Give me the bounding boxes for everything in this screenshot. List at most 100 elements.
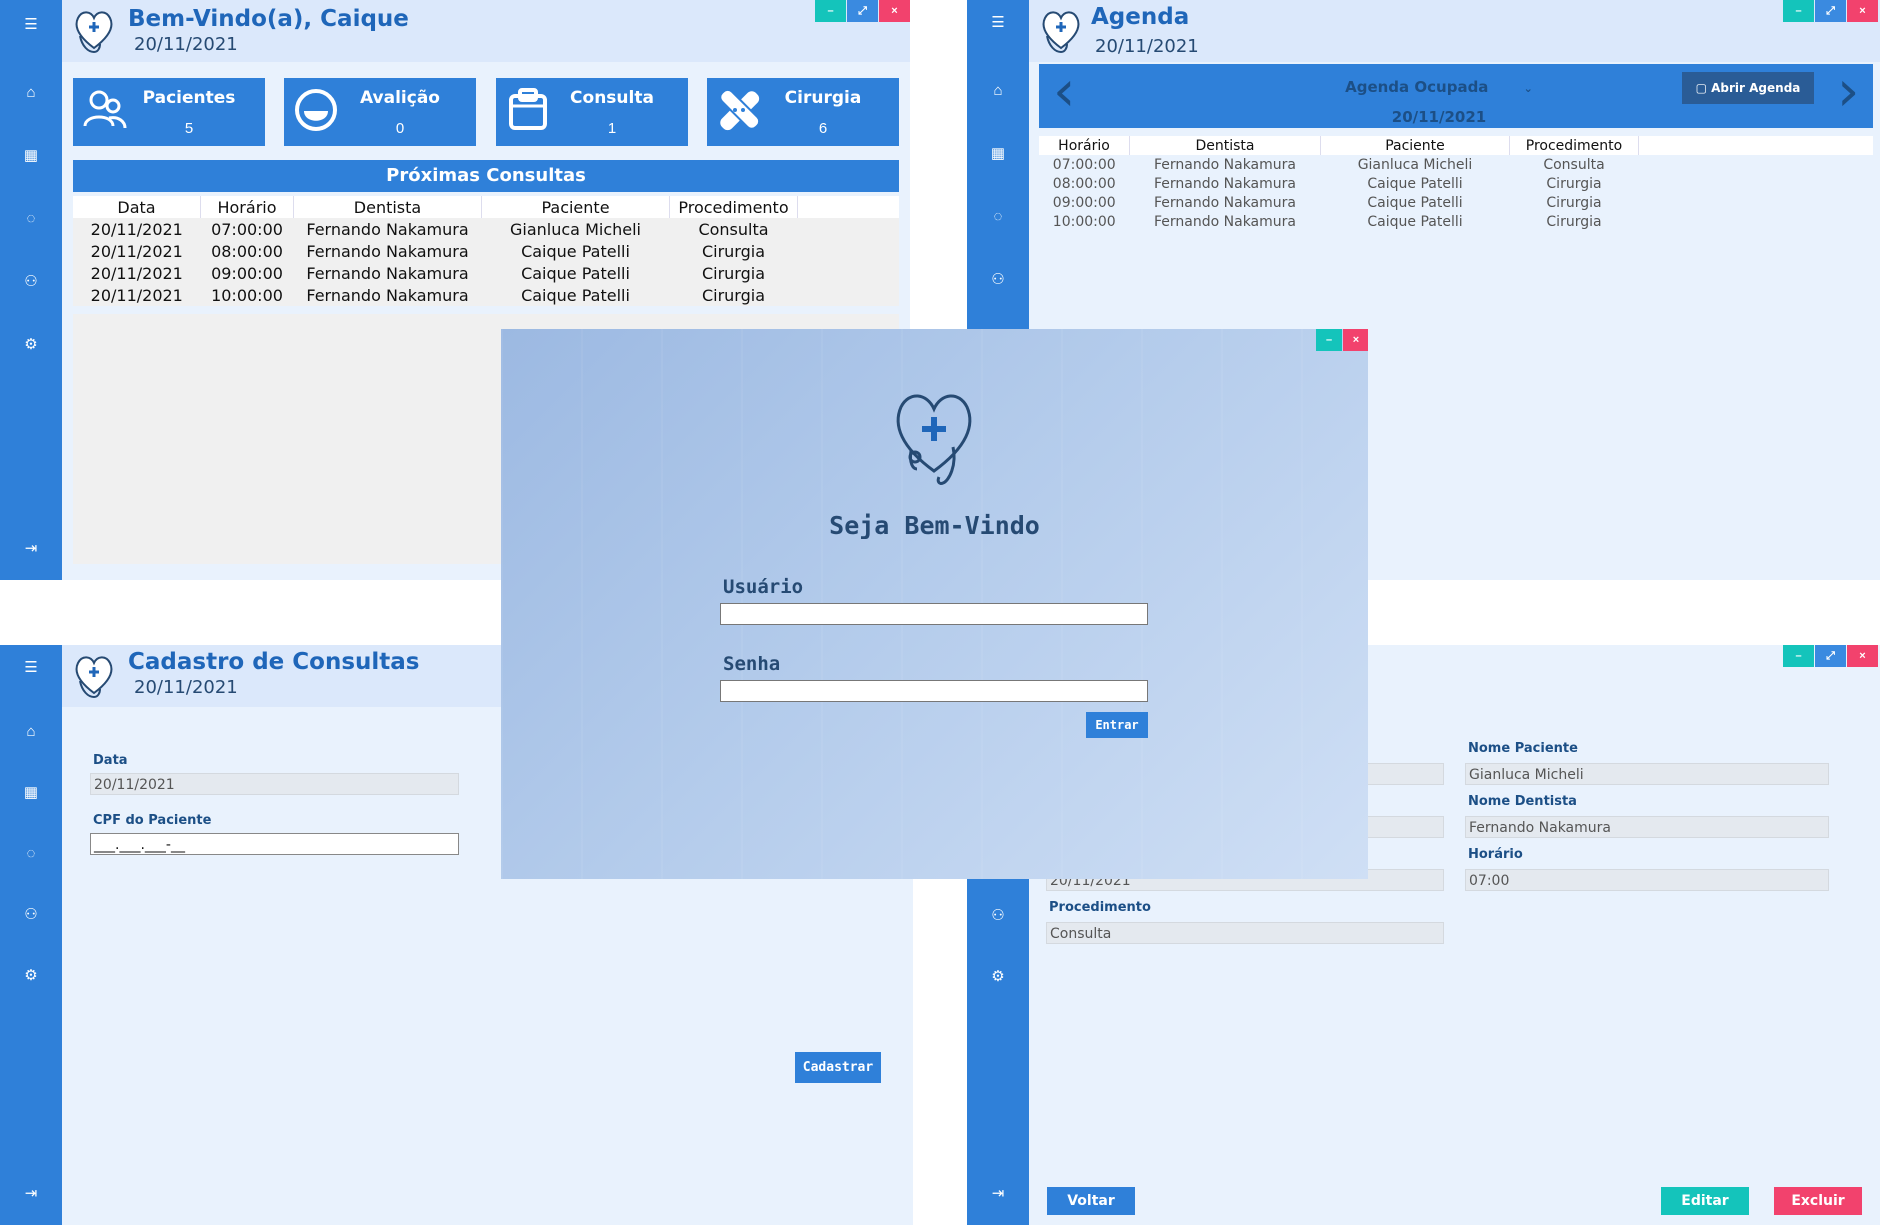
chat-icon[interactable]: ◌ [967,208,1029,226]
cell: Cirurgia [701,285,766,305]
left-field-2[interactable] [1367,816,1444,838]
calendar-icon[interactable]: ▦ [0,147,62,165]
home-icon[interactable]: ⌂ [0,723,62,741]
user-input[interactable] [720,603,1148,625]
cell: Fernando Nakamura [306,241,469,261]
sidebar: ☰ ⌂ ▦ ◌ ⚇ ⚙ ⇥ [0,645,62,1225]
cell: Caique Patelli [1367,175,1463,192]
next-arrow-icon[interactable]: › [1837,64,1859,120]
users-icon[interactable]: ⚇ [0,273,62,291]
cell: 10:00:00 [211,285,283,305]
back-button[interactable]: Voltar [1047,1187,1135,1215]
cell: 09:00:00 [1052,194,1116,211]
agenda-nav-date: 20/11/2021 [1391,108,1487,126]
logout-icon[interactable]: ⇥ [0,540,62,558]
heart-stethoscope-logo-icon [75,656,113,699]
window-controls: – ⤢ × [814,0,910,24]
settings-icon[interactable]: ⚙ [0,967,62,985]
password-input[interactable] [720,680,1148,702]
calendar-icon[interactable]: ▦ [967,145,1029,163]
table-row[interactable]: 20/11/2021 09:00:00 Fernando Nakamura Ca… [73,262,899,284]
menu-icon[interactable]: ☰ [0,659,62,677]
cell: 08:00:00 [211,241,283,261]
users-icon[interactable]: ⚇ [967,907,1029,925]
cell: 08:00:00 [1052,175,1116,192]
left-field-1[interactable] [1367,763,1444,785]
time-field[interactable]: 07:00 [1465,869,1829,891]
evaluation-card[interactable]: Avalição 0 [284,78,476,146]
menu-icon[interactable]: ☰ [0,16,62,34]
maximize-button[interactable]: ⤢ [847,0,878,22]
card-value: 1 [607,120,617,137]
surgery-card[interactable]: Cirurgia 6 [707,78,899,146]
chat-icon[interactable]: ◌ [0,845,62,863]
cell: Fernando Nakamura [1154,156,1296,173]
cell: Fernando Nakamura [1154,175,1296,192]
cell: Gianluca Micheli [510,219,641,239]
user-label: Usuário [723,576,804,598]
close-button[interactable]: × [1847,645,1878,667]
page-title: Bem-Vindo(a), Caique [128,6,409,32]
users-icon[interactable]: ⚇ [967,271,1029,289]
chat-icon[interactable]: ◌ [0,210,62,228]
prev-arrow-icon[interactable]: ‹ [1053,64,1075,120]
card-value: 5 [184,120,194,137]
patients-card[interactable]: Pacientes 5 [73,78,265,146]
cell: Fernando Nakamura [1154,194,1296,211]
password-label: Senha [723,653,781,675]
settings-icon[interactable]: ⚙ [967,968,1029,986]
cell: Caique Patelli [521,241,630,261]
table-row[interactable]: 20/11/2021 07:00:00 Fernando Nakamura Gi… [73,218,899,240]
heart-stethoscope-logo-icon [1042,11,1080,54]
home-icon[interactable]: ⌂ [967,82,1029,100]
sidebar: ☰ ⌂ ▦ ◌ ⚇ ⚙ ⇥ [0,0,62,580]
table-row[interactable]: 20/11/2021 08:00:00 Fernando Nakamura Ca… [73,240,899,262]
users-icon[interactable]: ⚇ [0,906,62,924]
col-header: Data [73,196,201,218]
dentist-name-field[interactable]: Fernando Nakamura [1465,816,1829,838]
open-agenda-button[interactable]: ▢ Abrir Agenda [1682,72,1814,104]
section-title: Próximas Consultas [73,160,899,192]
settings-icon[interactable]: ⚙ [0,336,62,354]
table-row[interactable]: 20/11/2021 10:00:00 Fernando Nakamura Ca… [73,284,899,306]
home-icon[interactable]: ⌂ [0,84,62,102]
window-controls: – × [1315,329,1368,353]
edit-button[interactable]: Editar [1661,1187,1749,1215]
table-row[interactable]: 07:00:00 Fernando Nakamura Gianluca Mich… [1039,155,1873,174]
cell: Cirurgia [701,241,766,261]
col-header: Procedimento [1509,136,1639,155]
close-button[interactable]: × [879,0,910,22]
open-agenda-label: Abrir Agenda [1711,81,1801,95]
close-button[interactable]: × [1847,0,1878,22]
heart-stethoscope-logo-icon [75,11,113,54]
patient-name-field[interactable]: Gianluca Micheli [1465,763,1829,785]
calendar-icon[interactable]: ▦ [0,784,62,802]
logout-icon[interactable]: ⇥ [967,1185,1029,1203]
col-header: Paciente [1320,136,1510,155]
menu-icon[interactable]: ☰ [967,14,1029,32]
date-field[interactable]: 20/11/2021 [90,773,459,795]
agenda-filter-select[interactable]: Agenda Ocupada ⌄ [1319,78,1559,96]
table-row[interactable]: 10:00:00 Fernando Nakamura Caique Patell… [1039,212,1873,231]
procedure-field[interactable]: Consulta [1046,922,1444,944]
maximize-button[interactable]: ⤢ [1815,0,1846,22]
close-button[interactable]: × [1343,329,1368,351]
maximize-button[interactable]: ⤢ [1815,645,1846,667]
page-title: Agenda [1091,4,1190,30]
login-button[interactable]: Entrar [1086,712,1148,738]
welcome-title: Seja Bem-Vindo [829,511,1040,540]
logout-icon[interactable]: ⇥ [0,1185,62,1203]
register-button[interactable]: Cadastrar [795,1052,881,1083]
minimize-button[interactable]: – [1316,329,1342,351]
minimize-button[interactable]: – [1783,0,1814,22]
table-row[interactable]: 09:00:00 Fernando Nakamura Caique Patell… [1039,193,1873,212]
delete-button[interactable]: Excluir [1774,1187,1862,1215]
minimize-button[interactable]: – [815,0,846,22]
cpf-field[interactable]: ___.___.___-__ [90,833,459,855]
cell: Fernando Nakamura [306,285,469,305]
minimize-button[interactable]: – [1783,645,1814,667]
col-header: Paciente [481,196,670,218]
col-header: Procedimento [669,196,798,218]
table-row[interactable]: 08:00:00 Fernando Nakamura Caique Patell… [1039,174,1873,193]
consultation-card[interactable]: Consulta 1 [496,78,688,146]
